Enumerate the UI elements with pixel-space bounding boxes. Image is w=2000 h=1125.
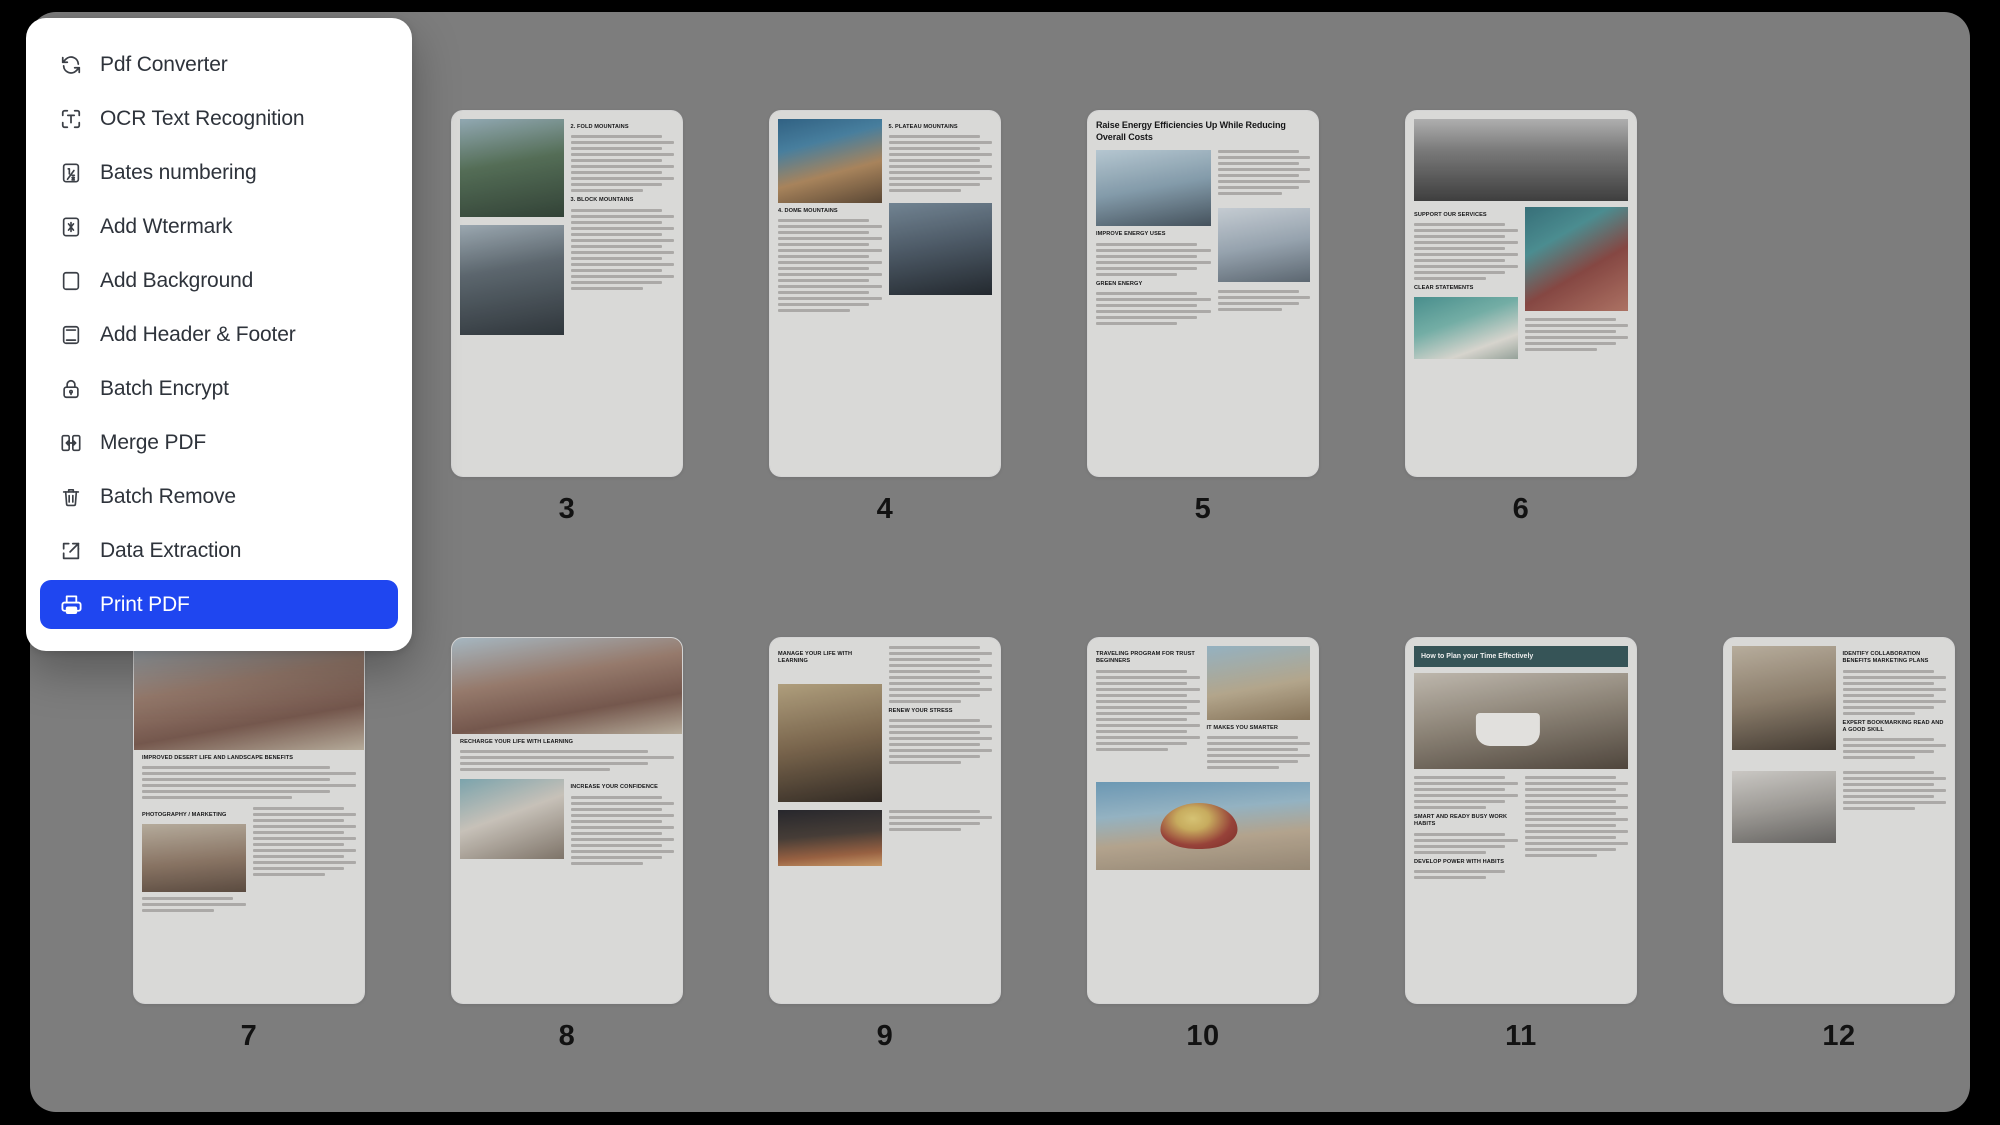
lock-icon (56, 374, 86, 404)
page-thumbnail-4[interactable]: 4. DOME MOUNTAINS 5. PLATEAU MOUNTAINS 4 (726, 110, 1044, 541)
menu-item-label: Merge PDF (100, 430, 207, 454)
page-number-6: 6 (1512, 493, 1530, 525)
page-12-subheading: IDENTIFY COLLABORATION BENEFITS MARKETIN… (1842, 651, 1929, 665)
bates-number-icon (56, 158, 86, 188)
coffee-cup-graphic (1476, 713, 1541, 747)
page-preview-6[interactable]: SUPPORT OUR SERVICES CLEAR STATEMENTS (1405, 110, 1637, 477)
page-thumbnail-11[interactable]: How to Plan your Time Effectively SMART … (1362, 637, 1680, 1051)
tools-dropdown-menu: Pdf Converter OCR Text Recognition Bates… (26, 18, 412, 651)
menu-item-label: Print PDF (100, 592, 190, 616)
menu-item-label: Batch Encrypt (100, 376, 229, 400)
page-5-subheading-2: GREEN ENERGY (1096, 280, 1143, 287)
page-thumbnail-8[interactable]: RECHARGE YOUR LIFE WITH LEARNING INCREAS… (408, 637, 726, 1051)
page-thumbnail-7[interactable]: IMPROVED DESERT LIFE AND LANDSCAPE BENEF… (90, 637, 408, 1051)
page-preview-4[interactable]: 4. DOME MOUNTAINS 5. PLATEAU MOUNTAINS (769, 110, 1001, 477)
menu-item-add-watermark[interactable]: Add Wtermark (40, 202, 398, 251)
page-number-8: 8 (558, 1020, 576, 1052)
external-link-icon (56, 536, 86, 566)
page-8-subheading-2: INCREASE YOUR CONFIDENCE (570, 784, 658, 791)
page-7-subheading-2: PHOTOGRAPHY / MARKETING (142, 812, 227, 819)
page-number-7: 7 (240, 1020, 258, 1052)
menu-item-add-header-footer[interactable]: Add Header & Footer (40, 310, 398, 359)
hot-air-balloon-graphic (1160, 803, 1238, 850)
page-preview-5[interactable]: Raise Energy Efficiencies Up While Reduc… (1087, 110, 1319, 477)
page-11-subheading-2: DEVELOP POWER WITH HABITS (1414, 858, 1505, 865)
page-preview-12[interactable]: IDENTIFY COLLABORATION BENEFITS MARKETIN… (1723, 637, 1955, 1004)
menu-item-merge-pdf[interactable]: Merge PDF (40, 418, 398, 467)
trash-icon (56, 482, 86, 512)
page-preview-9[interactable]: MANAGE YOUR LIFE WITH LEARNING RENEW YOU… (769, 637, 1001, 1004)
page-4-subheading: 4. DOME MOUNTAINS (778, 208, 838, 214)
page-5-title: Raise Energy Efficiencies Up While Reduc… (1096, 120, 1286, 143)
menu-item-pdf-converter[interactable]: Pdf Converter (40, 40, 398, 89)
page-11-subheading: SMART AND READY BUSY WORK HABITS (1414, 814, 1508, 828)
background-icon (56, 266, 86, 296)
menu-item-label: Data Extraction (100, 538, 242, 562)
menu-item-bates-numbering[interactable]: Bates numbering (40, 148, 398, 197)
page-12-subheading-2: EXPERT BOOKMARKING READ AND A GOOD SKILL (1842, 719, 1944, 733)
page-thumbnail-3[interactable]: 2. FOLD MOUNTAINS 3. BLOCK MOUNTAINS 3 (408, 110, 726, 541)
page-thumbnail-10[interactable]: TRAVELING PROGRAM FOR TRUST BEGINNERS IT… (1044, 637, 1362, 1051)
page-thumbnail-6[interactable]: SUPPORT OUR SERVICES CLEAR STATEMENTS 6 (1362, 110, 1680, 541)
page-7-subheading: IMPROVED DESERT LIFE AND LANDSCAPE BENEF… (142, 755, 294, 761)
refresh-icon (56, 50, 86, 80)
watermark-icon (56, 212, 86, 242)
page-number-4: 4 (876, 493, 894, 525)
page-thumbnail-5[interactable]: Raise Energy Efficiencies Up While Reduc… (1044, 110, 1362, 541)
page-preview-8[interactable]: RECHARGE YOUR LIFE WITH LEARNING INCREAS… (451, 637, 683, 1004)
menu-item-add-background[interactable]: Add Background (40, 256, 398, 305)
page-6-subheading: SUPPORT OUR SERVICES (1414, 212, 1487, 218)
page-5-subheading: IMPROVE ENERGY USES (1096, 231, 1166, 238)
menu-item-batch-encrypt[interactable]: Batch Encrypt (40, 364, 398, 413)
page-3-subheading: 2. FOLD MOUNTAINS (570, 124, 629, 130)
page-3-subheading-2: 3. BLOCK MOUNTAINS (570, 197, 634, 204)
page-number-10: 10 (1186, 1020, 1220, 1052)
page-4-subheading-2: 5. PLATEAU MOUNTAINS (888, 124, 958, 130)
menu-item-label: Add Header & Footer (100, 322, 296, 346)
page-preview-11[interactable]: How to Plan your Time Effectively SMART … (1405, 637, 1637, 1004)
page-8-subheading: RECHARGE YOUR LIFE WITH LEARNING (460, 739, 574, 745)
page-preview-7[interactable]: IMPROVED DESERT LIFE AND LANDSCAPE BENEF… (133, 637, 365, 1004)
menu-item-print-pdf[interactable]: Print PDF (40, 580, 398, 629)
page-10-subheading: TRAVELING PROGRAM FOR TRUST BEGINNERS (1096, 651, 1195, 665)
menu-item-label: Batch Remove (100, 484, 236, 508)
printer-icon (56, 590, 86, 620)
ocr-scan-icon (56, 104, 86, 134)
header-footer-icon (56, 320, 86, 350)
menu-item-label: Add Background (100, 268, 254, 292)
app-root: TYPE OF MOUNTAINS AND HOW ARE THEY FORME… (0, 0, 2000, 1125)
page-number-11: 11 (1505, 1020, 1537, 1052)
menu-item-batch-remove[interactable]: Batch Remove (40, 472, 398, 521)
page-9-subheading-2: RENEW YOUR STRESS (888, 708, 953, 714)
page-number-9: 9 (876, 1020, 894, 1052)
page-number-5: 5 (1194, 493, 1212, 525)
thumbnail-row-2: IMPROVED DESERT LIFE AND LANDSCAPE BENEF… (90, 637, 1970, 1051)
menu-item-label: OCR Text Recognition (100, 106, 305, 130)
page-number-3: 3 (558, 493, 576, 525)
menu-item-data-extraction[interactable]: Data Extraction (40, 526, 398, 575)
menu-item-label: Add Wtermark (100, 214, 233, 238)
page-11-title: How to Plan your Time Effectively (1414, 646, 1628, 668)
page-thumbnail-9[interactable]: MANAGE YOUR LIFE WITH LEARNING RENEW YOU… (726, 637, 1044, 1051)
menu-item-label: Bates numbering (100, 160, 257, 184)
page-thumbnail-12[interactable]: IDENTIFY COLLABORATION BENEFITS MARKETIN… (1680, 637, 1970, 1051)
page-10-subheading-2: IT MAKES YOU SMARTER (1206, 725, 1279, 731)
page-6-subheading-2: CLEAR STATEMENTS (1414, 285, 1474, 292)
page-preview-3[interactable]: 2. FOLD MOUNTAINS 3. BLOCK MOUNTAINS (451, 110, 683, 477)
menu-item-ocr-text-recognition[interactable]: OCR Text Recognition (40, 94, 398, 143)
menu-item-label: Pdf Converter (100, 52, 228, 76)
page-9-subheading: MANAGE YOUR LIFE WITH LEARNING (778, 651, 853, 665)
page-preview-10[interactable]: TRAVELING PROGRAM FOR TRUST BEGINNERS IT… (1087, 637, 1319, 1004)
merge-icon (56, 428, 86, 458)
page-number-12: 12 (1822, 1020, 1856, 1052)
